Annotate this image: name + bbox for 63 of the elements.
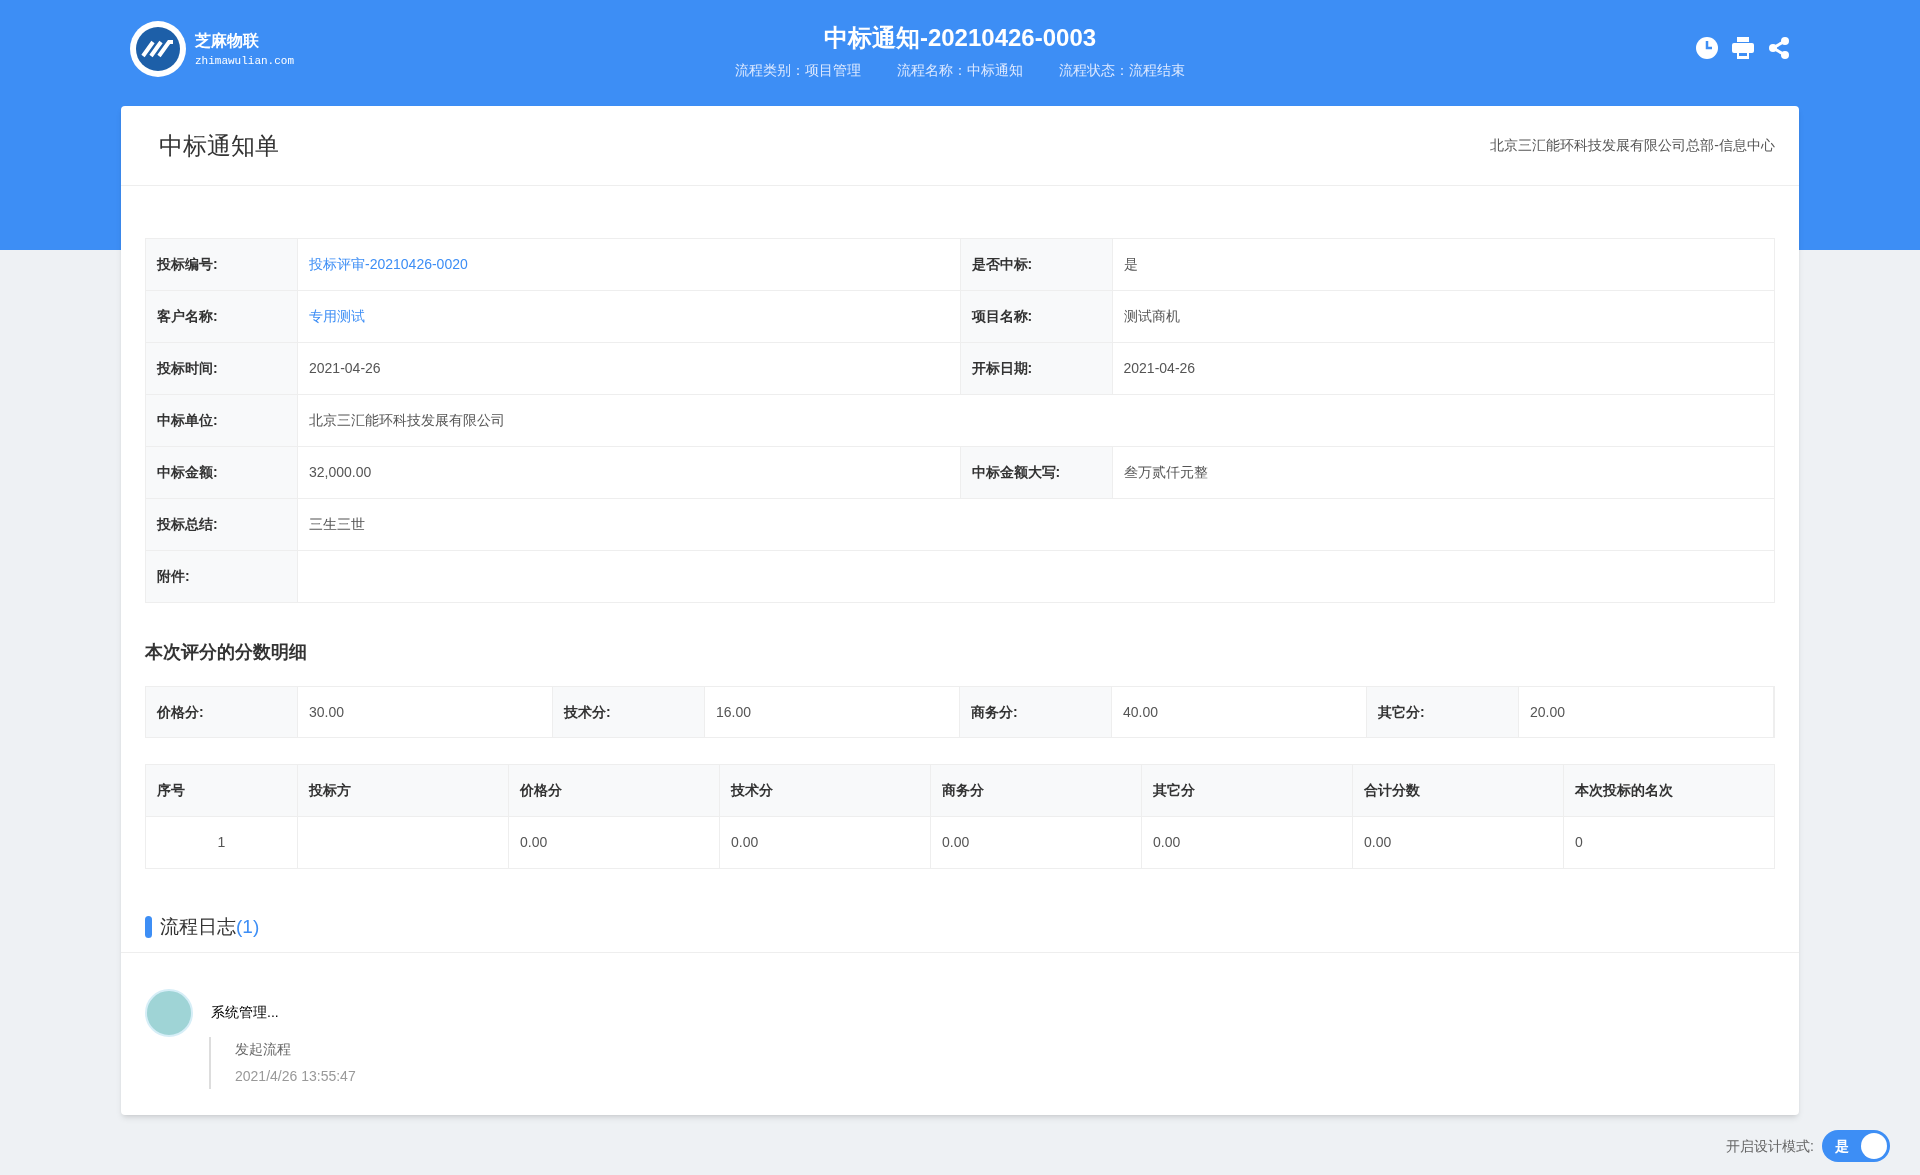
field-label: 中标金额大写: [960, 447, 1113, 499]
field-label: 附件: [146, 551, 298, 603]
section-marker [145, 916, 152, 939]
field-value: 32,000.00 [298, 447, 961, 499]
field-value: 2021-04-26 [1112, 343, 1775, 395]
field-label: 中标金额: [146, 447, 298, 499]
design-mode-label: 开启设计模式: [1726, 1136, 1814, 1156]
logo-domain: zhimawulian.com [195, 53, 295, 69]
score-label: 价格分: [146, 687, 298, 737]
field-value: 叁万贰仟元整 [1112, 447, 1775, 499]
avatar [145, 988, 193, 1037]
process-meta: 流程类别：项目管理 [735, 61, 861, 80]
page-title: 中标通知-20210426-0003 [823, 23, 1097, 53]
print-icon[interactable] [1731, 36, 1755, 60]
field-label: 开标日期: [960, 343, 1113, 395]
department-text: 北京三汇能环科技发展有限公司总部-信息中心 [1490, 136, 1775, 155]
user-name: 系统管理... [211, 1003, 279, 1022]
process-meta: 流程状态：流程结束 [1059, 61, 1185, 80]
share-icon[interactable] [1767, 36, 1791, 60]
column-header: 合计分数 [1353, 765, 1564, 817]
field-link[interactable]: 投标评审-20210426-0020 [298, 239, 961, 291]
field-value: 2021-04-26 [298, 343, 961, 395]
field-label: 投标总结: [146, 499, 298, 551]
log-title: 流程日志(1) [160, 915, 260, 939]
field-label: 客户名称: [146, 291, 298, 343]
table-cell: 0.00 [1142, 817, 1353, 869]
field-value: 测试商机 [1112, 291, 1775, 343]
field-label: 投标时间: [146, 343, 298, 395]
column-header: 技术分 [720, 765, 931, 817]
section-title: 本次评分的分数明细 [145, 641, 308, 664]
field-value: 北京三汇能环科技发展有限公司 [298, 395, 1775, 447]
toggle-knob [1861, 1133, 1887, 1159]
column-header: 价格分 [509, 765, 720, 817]
logo-name: 芝麻物联 [195, 30, 260, 51]
column-header: 本次投标的名次 [1564, 765, 1775, 817]
design-mode-toggle[interactable]: 是 [1822, 1130, 1890, 1162]
field-label: 中标单位: [146, 395, 298, 447]
field-value: 是 [1112, 239, 1775, 291]
table-cell: 1 [146, 817, 298, 869]
table-cell: 0.00 [720, 817, 931, 869]
score-value: 20.00 [1519, 687, 1774, 737]
clock-icon[interactable] [1695, 36, 1719, 60]
score-label: 其它分: [1367, 687, 1519, 737]
field-link[interactable]: 专用测试 [298, 291, 961, 343]
table-cell: 0.00 [931, 817, 1142, 869]
logo-icon [129, 20, 187, 78]
field-label: 项目名称: [960, 291, 1113, 343]
process-meta: 流程名称：中标通知 [897, 61, 1023, 80]
log-time: 2021/4/26 13:55:47 [235, 1066, 357, 1086]
field-label: 投标编号: [146, 239, 298, 291]
field-value: 三生三世 [298, 499, 1775, 551]
log-action: 发起流程 [235, 1039, 292, 1059]
column-header: 序号 [146, 765, 298, 817]
score-label: 技术分: [553, 687, 705, 737]
card-title: 中标通知单 [159, 130, 279, 161]
column-header: 商务分 [931, 765, 1142, 817]
column-header: 其它分 [1142, 765, 1353, 817]
field-label: 是否中标: [960, 239, 1113, 291]
column-header: 投标方 [298, 765, 509, 817]
table-cell: 0.00 [509, 817, 720, 869]
table-cell: 0.00 [1353, 817, 1564, 869]
table-cell: 0 [1564, 817, 1775, 869]
score-label: 商务分: [960, 687, 1112, 737]
